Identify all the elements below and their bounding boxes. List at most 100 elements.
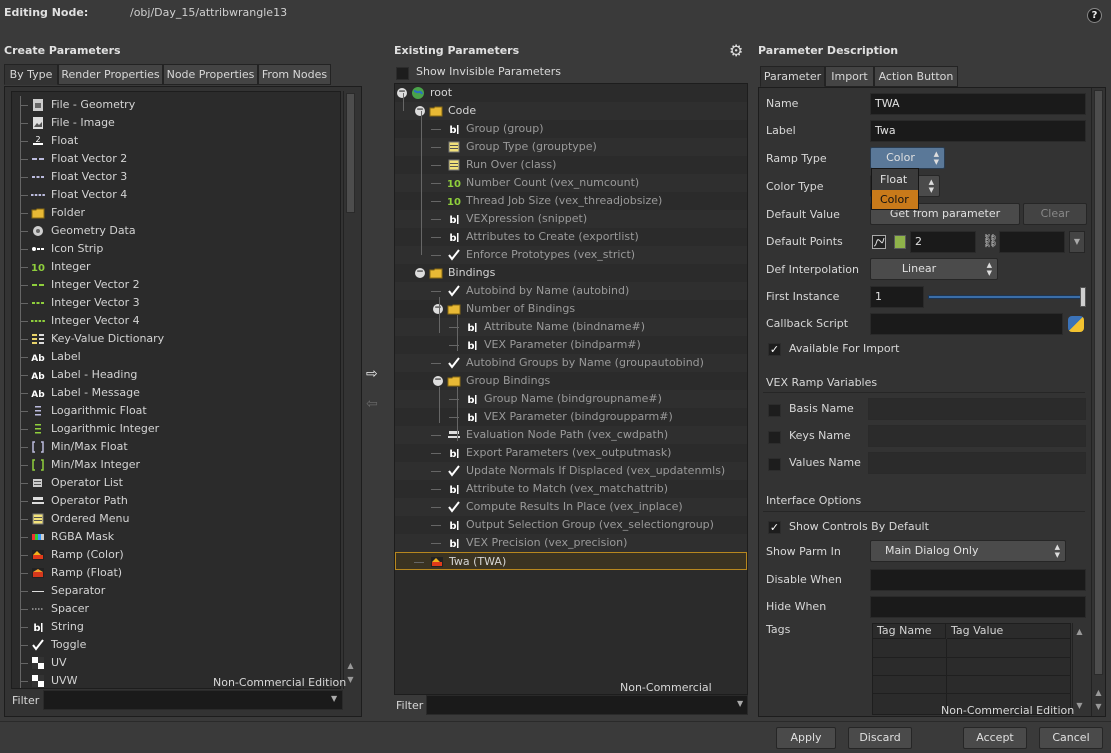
tree-row[interactable]: b Export Parameters (vex_outputmask) [395, 444, 747, 462]
tree-row[interactable]: 10 Thread Job Size (vex_threadjobsize) [395, 192, 747, 210]
ramp-color-swatch-icon[interactable] [894, 235, 906, 249]
clear-button[interactable]: Clear [1023, 203, 1087, 225]
list-item[interactable]: Toggle [12, 636, 340, 654]
scroll-up-icon[interactable]: ▲ [1092, 686, 1105, 700]
collapse-icon[interactable]: − [415, 106, 425, 116]
list-item[interactable]: Float Vector 2 [12, 150, 340, 168]
list-item[interactable]: Integer Vector 2 [12, 276, 340, 294]
apply-button[interactable]: Apply [776, 727, 836, 749]
add-parameter-arrow-icon[interactable]: ⇨ [366, 366, 382, 382]
basis-name-field[interactable] [868, 398, 1086, 420]
ramp-type-menu[interactable]: Color ▲ ▼ [870, 147, 945, 169]
slider-handle[interactable] [1080, 287, 1086, 307]
tab-import[interactable]: Import [825, 66, 874, 87]
tree-row[interactable]: Autobind Groups by Name (groupautobind) [395, 354, 747, 372]
filter-dropdown-icon[interactable]: ▼ [331, 694, 337, 703]
tree-row[interactable]: b Attribute Name (bindname#) [395, 318, 747, 336]
list-item[interactable]: Operator Path [12, 492, 340, 510]
list-item[interactable]: Ramp (Float) [12, 564, 340, 582]
python-icon[interactable] [1068, 316, 1084, 332]
tree-row[interactable]: − root [395, 84, 747, 102]
list-item[interactable]: Min/Max Integer [12, 456, 340, 474]
tags-table[interactable]: Tag Name Tag Value [872, 623, 1071, 715]
show-parm-in-menu[interactable]: Main Dialog Only ▲ ▼ [870, 540, 1066, 562]
list-item[interactable]: File - Geometry [12, 96, 340, 114]
scroll-down-icon[interactable]: ▼ [1092, 700, 1105, 714]
list-item[interactable]: Integer Vector 3 [12, 294, 340, 312]
tree-row[interactable]: b VEX Parameter (bindparm#) [395, 336, 747, 354]
create-filter-input[interactable] [43, 690, 343, 710]
tree-row[interactable]: − Number of Bindings [395, 300, 747, 318]
scrollbar-thumb[interactable] [1094, 90, 1103, 675]
available-import-checkbox[interactable]: ✓ [768, 343, 781, 356]
show-invisible-checkbox[interactable] [396, 67, 409, 80]
tab-render-properties[interactable]: Render Properties [58, 64, 163, 85]
gear-icon[interactable]: ⚙ [729, 41, 747, 60]
list-item[interactable]: Ab Label [12, 348, 340, 366]
keys-name-field[interactable] [868, 425, 1086, 447]
values-name-field[interactable] [868, 452, 1086, 474]
discard-button[interactable]: Discard [848, 727, 912, 749]
create-list-scrollbar[interactable]: ▲ ▼ [343, 91, 357, 689]
list-item[interactable]: Icon Strip [12, 240, 340, 258]
name-field[interactable]: TWA [870, 93, 1086, 115]
description-scrollbar[interactable]: ▲ ▼ [1091, 88, 1105, 716]
tree-row[interactable]: Twa (TWA) [395, 552, 747, 570]
existing-filter-input[interactable] [426, 695, 748, 715]
tree-row[interactable]: − Code [395, 102, 747, 120]
list-item[interactable]: Float Vector 4 [12, 186, 340, 204]
list-item[interactable]: Geometry Data [12, 222, 340, 240]
cancel-button[interactable]: Cancel [1039, 727, 1103, 749]
tree-row[interactable]: Autobind by Name (autobind) [395, 282, 747, 300]
hide-when-field[interactable] [870, 596, 1086, 618]
collapse-icon[interactable]: − [433, 304, 443, 314]
scrollbar-thumb[interactable] [346, 93, 355, 213]
callback-script-field[interactable] [870, 313, 1063, 335]
tab-from-nodes[interactable]: From Nodes [258, 64, 331, 85]
values-name-checkbox[interactable] [768, 458, 781, 471]
tree-row[interactable]: − Group Bindings [395, 372, 747, 390]
first-instance-field[interactable]: 1 [870, 286, 924, 308]
tree-row[interactable]: b VEXpression (snippet) [395, 210, 747, 228]
list-item[interactable]: Spacer [12, 600, 340, 618]
tree-row[interactable]: b Group (group) [395, 120, 747, 138]
tree-row[interactable]: b VEX Precision (vex_precision) [395, 534, 747, 552]
tree-row[interactable]: Enforce Prototypes (vex_strict) [395, 246, 747, 264]
ramp-curve-icon[interactable] [872, 235, 886, 249]
tree-row[interactable]: b Output Selection Group (vex_selectiongr… [395, 516, 747, 534]
tree-row[interactable]: b VEX Parameter (bindgroupparm#) [395, 408, 747, 426]
tree-row[interactable]: b Attributes to Create (exportlist) [395, 228, 747, 246]
tab-action-button[interactable]: Action Button [874, 66, 958, 87]
keys-name-checkbox[interactable] [768, 431, 781, 444]
help-icon[interactable]: ? [1087, 8, 1102, 23]
tree-row[interactable]: b Group Name (bindgroupname#) [395, 390, 747, 408]
tag-value-header[interactable]: Tag Value [947, 624, 1071, 639]
tags-scrollbar[interactable]: ▲ ▼ [1072, 623, 1086, 715]
def-interpolation-menu[interactable]: Linear ▲ ▼ [870, 258, 998, 280]
scroll-up-icon[interactable]: ▲ [344, 659, 357, 673]
list-item[interactable]: File - Image [12, 114, 340, 132]
scroll-down-icon[interactable]: ▼ [1073, 699, 1086, 713]
ramp-option-float[interactable]: Float [872, 170, 918, 189]
list-item[interactable]: Ab Label - Heading [12, 366, 340, 384]
list-item[interactable]: Operator List [12, 474, 340, 492]
default-points-field[interactable]: 2 [910, 231, 976, 253]
collapse-icon[interactable]: − [415, 268, 425, 278]
tab-node-properties[interactable]: Node Properties [163, 64, 258, 85]
list-item[interactable]: Ramp (Color) [12, 546, 340, 564]
show-controls-checkbox[interactable]: ✓ [768, 521, 781, 534]
tree-row[interactable]: Update Normals If Displaced (vex_updaten… [395, 462, 747, 480]
list-item[interactable]: Integer Vector 4 [12, 312, 340, 330]
disable-when-field[interactable] [870, 569, 1086, 591]
list-item[interactable]: Folder [12, 204, 340, 222]
list-item[interactable]: Min/Max Float [12, 438, 340, 456]
filter-dropdown-icon[interactable]: ▼ [737, 699, 743, 708]
list-item[interactable]: Float Vector 3 [12, 168, 340, 186]
basis-name-checkbox[interactable] [768, 404, 781, 417]
list-item[interactable]: Separator [12, 582, 340, 600]
list-item[interactable]: 2 Float [12, 132, 340, 150]
tab-parameter[interactable]: Parameter [760, 66, 825, 87]
list-item[interactable]: Logarithmic Float [12, 402, 340, 420]
list-item[interactable]: 10 Integer [12, 258, 340, 276]
tree-row[interactable]: Evaluation Node Path (vex_cwdpath) [395, 426, 747, 444]
